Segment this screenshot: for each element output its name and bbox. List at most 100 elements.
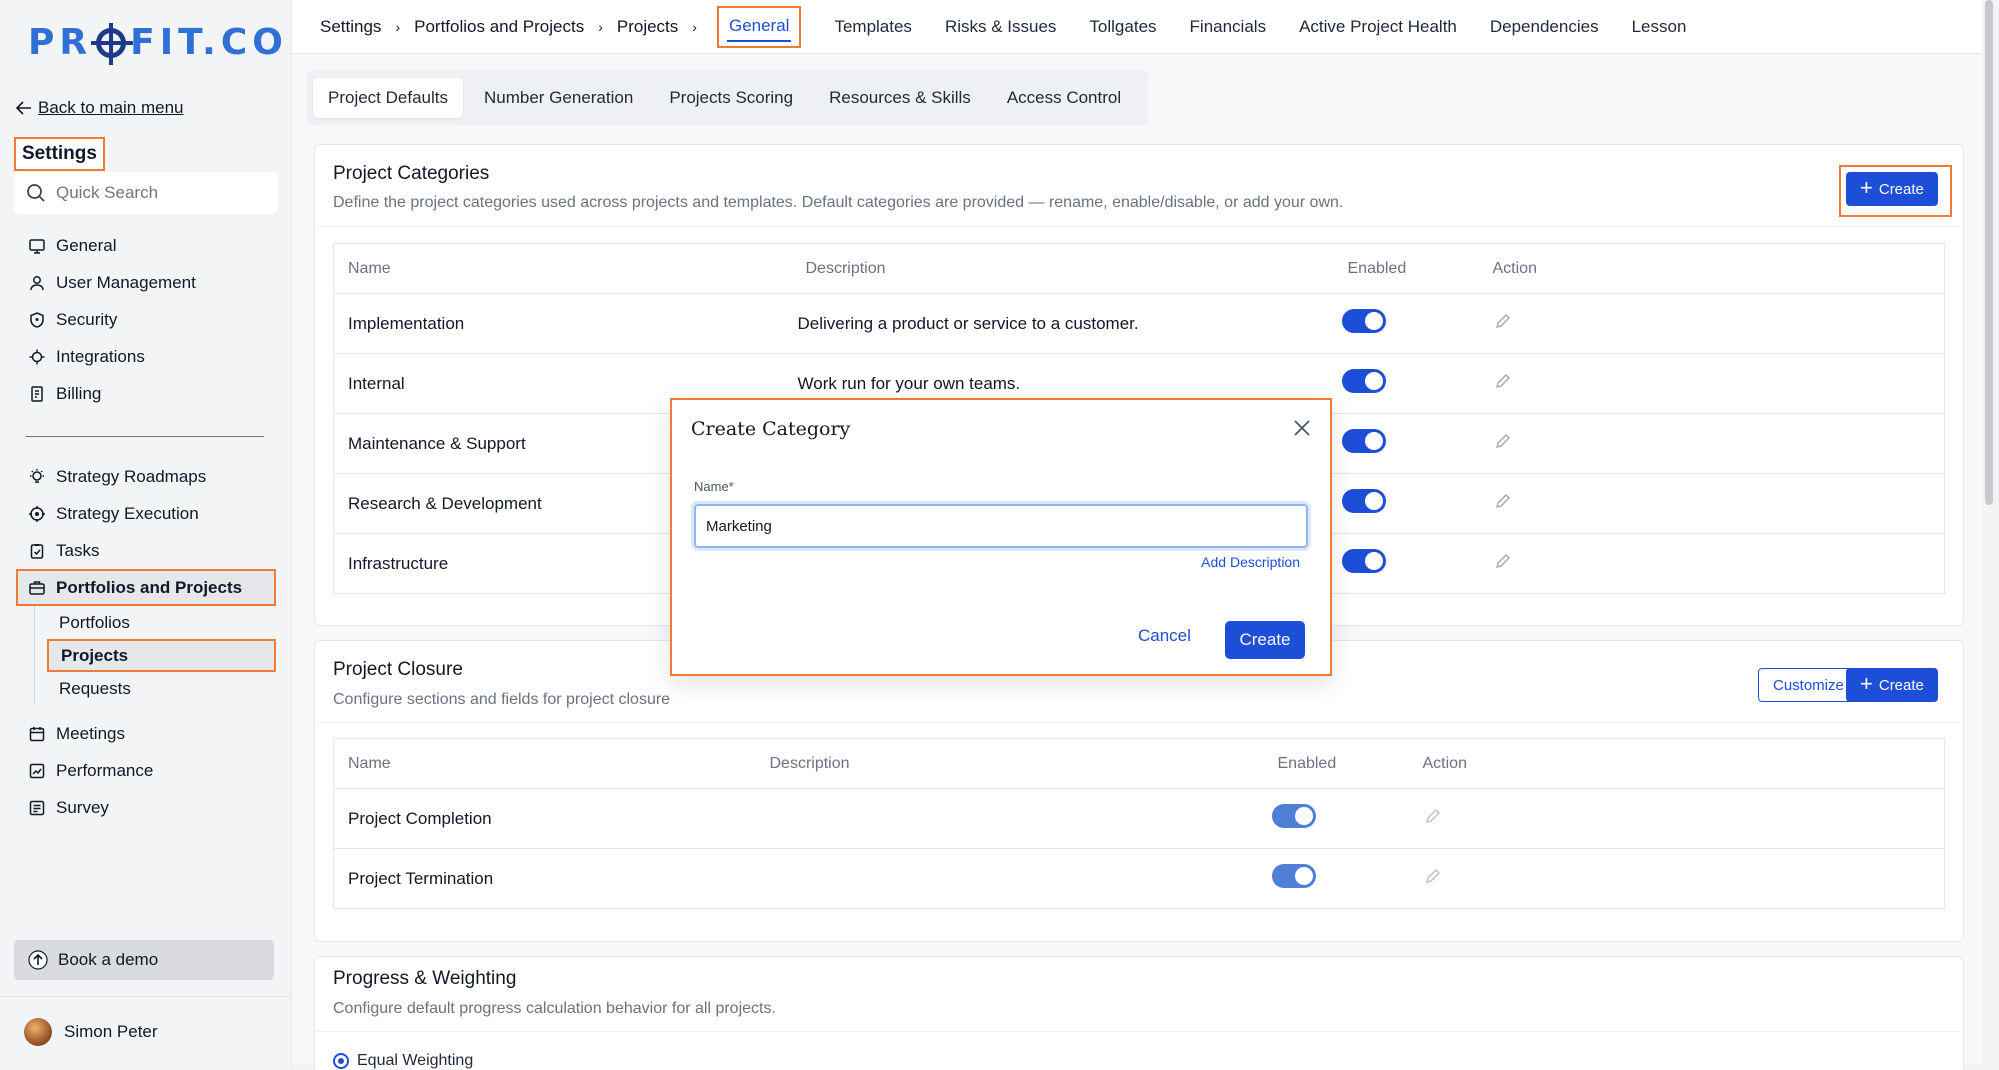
enabled-toggle[interactable] [1341, 549, 1386, 573]
chart-line-icon [29, 763, 45, 778]
sidebar-item-survey[interactable]: Survey [0, 789, 292, 826]
create-category-button[interactable]: + Create [1846, 172, 1938, 206]
progress-weighting-subtitle: Configure default progress calculation b… [333, 1000, 776, 1017]
breadcrumb-projects[interactable]: Projects [617, 17, 678, 37]
settings-nav-modules: Strategy Roadmaps Strategy Execution Tas… [0, 458, 292, 826]
sidebar-item-tasks[interactable]: Tasks [0, 532, 292, 569]
search-icon [27, 184, 45, 202]
chevron-right-icon: › [692, 18, 697, 35]
add-description-link[interactable]: Add Description [1201, 554, 1300, 570]
sidebar: PRFIT.CO Back to main menu Settings Gene… [0, 0, 292, 1070]
equal-weighting-option[interactable]: Equal Weighting [333, 1052, 473, 1070]
table-header-row: Name Description Enabled Action [333, 738, 1945, 789]
category-name-input[interactable] [691, 501, 1311, 551]
chevron-right-icon: › [598, 18, 603, 35]
settings-nav-top: General User Management Security Integra… [0, 227, 292, 412]
subtab-project-defaults[interactable]: Project Defaults [313, 77, 463, 118]
sidebar-subitem-requests[interactable]: Requests [35, 672, 292, 705]
book-demo-button[interactable]: Book a demo [14, 940, 274, 980]
pencil-icon[interactable] [1423, 806, 1443, 826]
sidebar-item-strategy-execution[interactable]: Strategy Execution [0, 495, 292, 532]
subtab-access-control[interactable]: Access Control [992, 78, 1136, 118]
user-icon [30, 275, 44, 290]
project-categories-subtitle: Define the project categories used acros… [333, 194, 1344, 211]
tab-dependencies[interactable]: Dependencies [1490, 17, 1599, 37]
sidebar-subitem-projects[interactable]: Projects [47, 639, 276, 672]
crosshair-icon [29, 505, 45, 522]
breadcrumb-settings[interactable]: Settings [320, 17, 381, 37]
survey-icon [29, 800, 45, 815]
sidebar-divider [26, 436, 264, 437]
customize-button[interactable]: Customize [1758, 668, 1859, 702]
quick-search-input[interactable] [56, 183, 256, 203]
quick-search[interactable] [14, 172, 278, 214]
tab-tollgates[interactable]: Tollgates [1089, 17, 1156, 37]
subtab-number-generation[interactable]: Number Generation [469, 78, 648, 118]
pencil-icon[interactable] [1493, 431, 1513, 451]
integrations-icon [29, 349, 45, 364]
profitco-logo[interactable]: PR FIT.CO [28, 22, 288, 65]
modal-title: Create Category [691, 418, 851, 440]
name-field-label: Name* [694, 479, 734, 494]
close-icon[interactable] [1290, 416, 1314, 440]
table-row: Project Termination [334, 849, 1945, 909]
project-closure-title: Project Closure [333, 659, 463, 680]
sidebar-item-meetings[interactable]: Meetings [0, 715, 292, 752]
sidebar-item-portfolios-and-projects[interactable]: Portfolios and Projects [16, 569, 276, 606]
enabled-toggle[interactable] [1341, 429, 1386, 453]
tab-templates[interactable]: Templates [834, 17, 911, 37]
user-profile[interactable]: Simon Peter [24, 1018, 158, 1046]
radio-selected-icon[interactable] [333, 1053, 349, 1069]
pencil-icon[interactable] [1493, 551, 1513, 571]
avatar [24, 1018, 52, 1046]
subtab-bar: Project Defaults Number Generation Proje… [307, 70, 1149, 125]
enabled-toggle[interactable] [1271, 804, 1316, 828]
enabled-toggle[interactable] [1341, 489, 1386, 513]
top-navigation: Settings › Portfolios and Projects › Pro… [292, 0, 1982, 54]
subtab-resources-skills[interactable]: Resources & Skills [814, 78, 986, 118]
enabled-toggle[interactable] [1341, 369, 1386, 393]
progress-weighting-title: Progress & Weighting [333, 968, 517, 989]
tab-general[interactable]: General [716, 5, 802, 48]
plus-icon: + [1860, 671, 1873, 696]
table-row: Implementation Delivering a product or s… [333, 293, 1945, 354]
modal-create-button[interactable]: Create [1225, 621, 1305, 659]
tab-risks-issues[interactable]: Risks & Issues [945, 17, 1056, 37]
project-categories-title: Project Categories [333, 163, 490, 184]
sidebar-item-strategy-roadmaps[interactable]: Strategy Roadmaps [0, 458, 292, 495]
back-to-main-menu-link[interactable]: Back to main menu [16, 98, 184, 118]
user-name: Simon Peter [64, 1022, 158, 1041]
pencil-icon[interactable] [1493, 311, 1513, 331]
tab-financials[interactable]: Financials [1190, 17, 1267, 37]
tab-active-project-health[interactable]: Active Project Health [1299, 17, 1457, 37]
calendar-icon [29, 726, 45, 741]
sidebar-item-performance[interactable]: Performance [0, 752, 292, 789]
table-row: Project Completion [333, 788, 1945, 849]
monitor-icon [29, 238, 45, 254]
sidebar-item-user-management[interactable]: User Management [0, 264, 292, 301]
table-header-row: Name Description Enabled Action [333, 243, 1945, 294]
closure-table: Name Description Enabled Action Project … [333, 738, 1945, 909]
pencil-icon[interactable] [1493, 371, 1513, 391]
create-category-modal: Create Category Name* Add Description Ca… [670, 398, 1332, 676]
tab-lesson[interactable]: Lesson [1632, 17, 1687, 37]
pencil-icon[interactable] [1423, 866, 1443, 886]
briefcase-icon [29, 580, 45, 595]
page-scrollbar[interactable] [1985, 0, 1993, 505]
sidebar-item-security[interactable]: Security [0, 301, 292, 338]
enabled-toggle[interactable] [1341, 309, 1386, 333]
project-closure-card: Project Closure Configure sections and f… [314, 640, 1964, 942]
chevron-right-icon: › [395, 18, 401, 35]
arrow-left-icon [16, 101, 31, 115]
pencil-icon[interactable] [1493, 491, 1513, 511]
breadcrumb-portfolios-and-projects[interactable]: Portfolios and Projects [414, 17, 584, 37]
sidebar-item-billing[interactable]: Billing [0, 375, 292, 412]
sidebar-item-integrations[interactable]: Integrations [0, 338, 292, 375]
sidebar-subitem-portfolios[interactable]: Portfolios [35, 606, 292, 639]
subtab-projects-scoring[interactable]: Projects Scoring [654, 78, 808, 118]
cancel-button[interactable]: Cancel [1138, 626, 1191, 646]
sidebar-item-general[interactable]: General [0, 227, 292, 264]
plus-icon: + [1860, 175, 1873, 200]
create-closure-button[interactable]: + Create [1846, 668, 1938, 702]
enabled-toggle[interactable] [1271, 864, 1316, 888]
